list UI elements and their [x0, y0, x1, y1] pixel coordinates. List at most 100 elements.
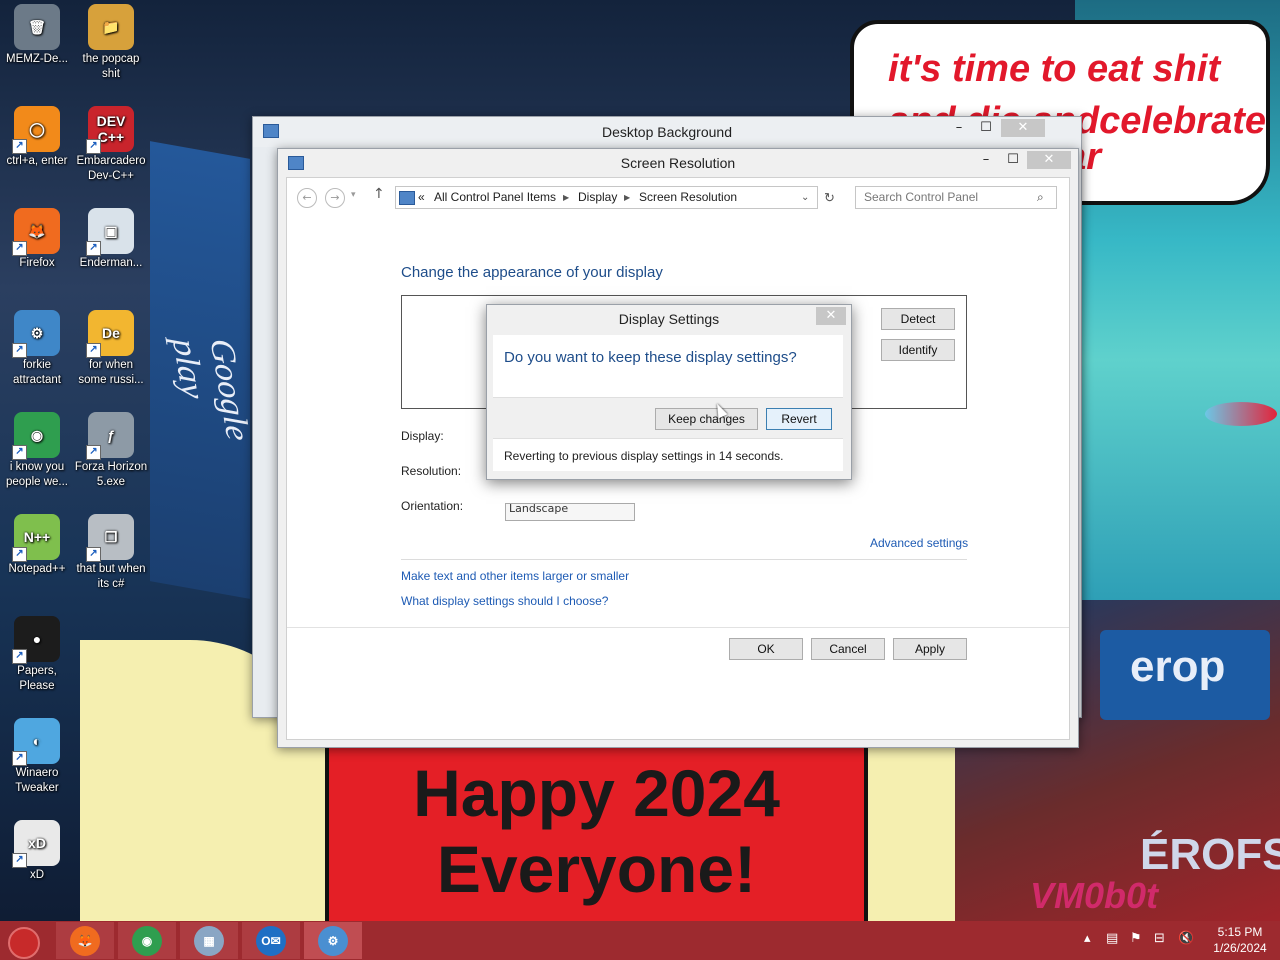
taskbar-button[interactable]: ▦: [180, 922, 238, 959]
text-size-link[interactable]: Make text and other items larger or smal…: [401, 569, 629, 583]
minimize-button[interactable]: –: [973, 151, 999, 169]
search-icon[interactable]: ⌕: [1037, 187, 1044, 208]
fish-decoration: [1205, 402, 1277, 426]
desktop-icon[interactable]: ● ↗ Papers, Please: [0, 612, 74, 694]
shortcut-arrow-icon: ↗: [86, 343, 101, 358]
sign-text: erop: [1130, 642, 1226, 691]
maximize-button[interactable]: ☐: [1000, 151, 1026, 169]
titlebar[interactable]: Desktop Background – ☐ ✕: [253, 117, 1081, 147]
control-panel-icon: ⚙: [318, 925, 348, 956]
action-center-icon[interactable]: ▤: [1106, 931, 1118, 946]
desktop-icon[interactable]: ◉ ↗ i know you people we...: [0, 408, 74, 490]
desktop-icon-label: the popcap shit: [82, 53, 140, 80]
desktop-icon[interactable]: ◐ ↗ Winaero Tweaker: [0, 714, 74, 796]
ok-button[interactable]: OK: [729, 638, 803, 660]
desktop-icon[interactable]: 📁 the popcap shit: [74, 0, 148, 82]
up-button[interactable]: ↑: [373, 186, 385, 202]
minimize-button[interactable]: –: [946, 119, 972, 137]
chevron-right-icon: ▶: [563, 193, 570, 202]
close-button[interactable]: ✕: [1001, 119, 1045, 137]
chrome-icon: ◉ ↗: [12, 412, 60, 460]
google-play-text: Google play: [164, 338, 257, 441]
desktop-icon[interactable]: DEV C++ ↗ Embarcadero Dev-C++: [74, 102, 148, 184]
desktop-icon[interactable]: ⚙ ↗ forkie attractant: [0, 306, 74, 388]
wallpaper-google-play-sign: Google play: [150, 141, 256, 599]
titlebar[interactable]: Screen Resolution – ☐ ✕: [278, 149, 1078, 177]
keep-changes-button[interactable]: Keep changes: [655, 408, 758, 430]
taskbar-button[interactable]: ⚙: [304, 922, 362, 959]
forward-button[interactable]: →: [325, 188, 345, 208]
detect-button[interactable]: Detect: [881, 308, 955, 330]
refresh-icon[interactable]: ↻: [824, 187, 835, 208]
taskbar-clock[interactable]: 5:15 PM 1/26/2024: [1205, 924, 1275, 956]
help-link[interactable]: What display settings should I choose?: [401, 594, 608, 608]
desktop-icon[interactable]: ◯ ↗ ctrl+a, enter: [0, 102, 74, 169]
desktop-icon-label: Winaero Tweaker: [15, 767, 59, 794]
breadcrumb-overflow[interactable]: «: [418, 187, 425, 208]
flag-icon[interactable]: ⚑: [1130, 931, 1142, 946]
shortcut-arrow-icon: ↗: [12, 139, 27, 154]
de-icon: De ↗: [86, 310, 134, 358]
window-title: Screen Resolution: [620, 155, 736, 171]
taskbar-button[interactable]: 🦊: [56, 922, 114, 959]
picture-viewer-icon: ▦: [194, 925, 224, 956]
orientation-select[interactable]: Landscape: [505, 503, 635, 521]
start-button[interactable]: [8, 927, 40, 959]
shortcut-arrow-icon: ↗: [86, 139, 101, 154]
breadcrumb-screen-resolution[interactable]: Screen Resolution: [639, 187, 737, 208]
page-heading: Change the appearance of your display: [401, 264, 663, 281]
back-button[interactable]: ←: [297, 188, 317, 208]
maximize-button[interactable]: ☐: [973, 119, 999, 137]
recent-dropdown-icon[interactable]: ▾: [351, 190, 356, 200]
taskbar-button[interactable]: ◉: [118, 922, 176, 959]
desktop-icon-label: Notepad++: [8, 563, 66, 575]
cancel-button[interactable]: Cancel: [811, 638, 885, 660]
apply-button[interactable]: Apply: [893, 638, 967, 660]
desktop-icon[interactable]: ▣ ↗ Enderman...: [74, 204, 148, 271]
desktop-icon[interactable]: xD ↗ xD: [0, 816, 74, 883]
address-bar[interactable]: « All Control Panel Items ▶ Display ▶ Sc…: [395, 186, 835, 209]
winaero-icon: ◐ ↗: [12, 718, 60, 766]
show-hidden-icons-icon[interactable]: ▴: [1084, 931, 1091, 946]
xd-icon: xD ↗: [12, 820, 60, 868]
advanced-settings-link[interactable]: Advanced settings: [870, 536, 968, 550]
clock-date: 1/26/2024: [1213, 941, 1267, 955]
shortcut-arrow-icon: ↗: [12, 751, 27, 766]
search-control-panel[interactable]: Search Control Panel ⌕: [855, 186, 1057, 209]
dialog-content: Do you want to keep these display settin…: [493, 335, 843, 471]
identify-button[interactable]: Identify: [881, 339, 955, 361]
orientation-value: Landscape: [509, 503, 569, 515]
search-placeholder: Search Control Panel: [864, 190, 979, 204]
desktop-icon[interactable]: De ↗ for when some russi...: [74, 306, 148, 388]
breadcrumb-display[interactable]: Display: [578, 187, 617, 208]
folder-icon: 📁: [88, 4, 134, 50]
orange-ring-icon: ◯ ↗: [12, 106, 60, 154]
footer-divider: [287, 627, 1069, 628]
banner-line-2: Everyone!: [436, 832, 757, 906]
desktop-icon[interactable]: 🦊 ↗ Firefox: [0, 204, 74, 271]
desktop-icon[interactable]: N++ ↗ Notepad++: [0, 510, 74, 577]
desktop-icon-label: xD: [29, 869, 45, 881]
taskbar-button[interactable]: O✉: [242, 922, 300, 959]
close-button[interactable]: ✕: [1027, 151, 1071, 169]
desktop-icon-label: i know you people we...: [5, 461, 68, 488]
chevron-down-icon[interactable]: ⌄: [801, 187, 809, 208]
desktop-icon-label: forkie attractant: [13, 359, 61, 386]
devcpp-icon: DEV C++ ↗: [86, 106, 134, 154]
wallpaper-sign: erop: [1100, 630, 1270, 720]
volume-muted-icon[interactable]: 🔇: [1178, 931, 1194, 946]
revert-button[interactable]: Revert: [766, 408, 832, 430]
display-settings-dialog[interactable]: Display Settings ✕ Do you want to keep t…: [486, 304, 852, 480]
desktop-icon-label: for when some russi...: [78, 359, 144, 386]
close-button[interactable]: ✕: [816, 307, 846, 325]
desktop-icon[interactable]: ƒ ↗ Forza Horizon 5.exe: [74, 408, 148, 490]
breadcrumb-all-items[interactable]: All Control Panel Items: [434, 187, 556, 208]
shortcut-arrow-icon: ↗: [12, 343, 27, 358]
network-icon[interactable]: ⊟: [1154, 931, 1165, 946]
resolution-label: Resolution:: [401, 464, 462, 478]
shortcut-arrow-icon: ↗: [12, 853, 27, 868]
desktop-icon[interactable]: ❐ ↗ that but when its c#: [74, 510, 148, 592]
chrome-icon: ◉: [132, 925, 162, 956]
dialog-title: Display Settings: [618, 311, 720, 327]
desktop-icon[interactable]: 🗑 MEMZ-De...: [0, 0, 74, 67]
